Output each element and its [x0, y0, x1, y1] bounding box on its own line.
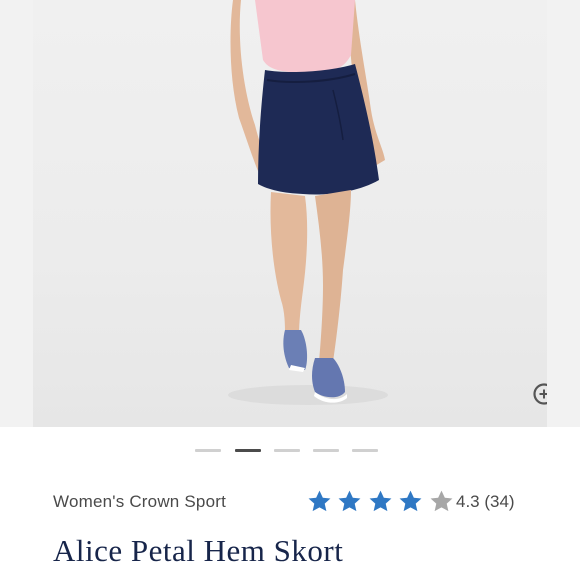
product-info: Women's Crown Sport 4.3 (34) Alice Petal…	[0, 477, 580, 580]
zoom-button[interactable]	[530, 380, 547, 414]
carousel-dot-4[interactable]	[313, 449, 339, 452]
star-rating[interactable]	[307, 489, 455, 515]
product-image[interactable]	[33, 0, 547, 427]
carousel-dot-3[interactable]	[274, 449, 300, 452]
image-carousel-indicators	[0, 427, 580, 477]
model-illustration	[228, 0, 388, 405]
right-shoe	[312, 358, 345, 398]
star-filled-icon	[308, 490, 331, 512]
left-leg	[270, 192, 308, 335]
carousel-dot-5[interactable]	[352, 449, 378, 452]
rating-summary[interactable]: 4.3 (34)	[456, 492, 515, 512]
star-empty-icon	[430, 490, 453, 512]
product-title: Alice Petal Hem Skort	[53, 533, 344, 568]
collection-name[interactable]: Women's Crown Sport	[53, 492, 226, 512]
star-filled-icon	[369, 490, 392, 512]
star-filled-icon	[339, 490, 361, 512]
star-filled-icon	[399, 490, 422, 512]
zoom-in-icon	[533, 383, 547, 405]
left-shoe	[283, 330, 308, 370]
floor-shadow	[228, 385, 388, 405]
carousel-dot-2[interactable]	[235, 449, 261, 452]
right-leg	[315, 190, 351, 362]
pink-top	[255, 0, 355, 73]
carousel-dot-1[interactable]	[195, 449, 221, 452]
